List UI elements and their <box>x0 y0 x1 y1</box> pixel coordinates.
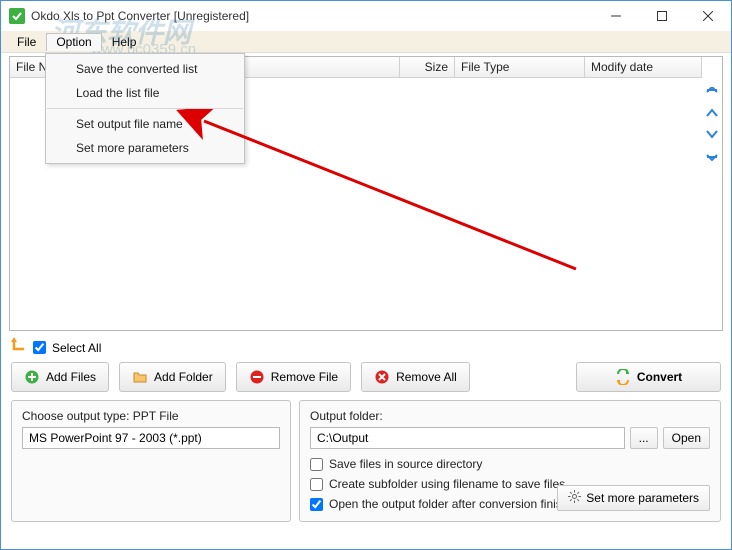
save-in-source-checkbox[interactable] <box>310 458 323 471</box>
toolbar: Add Files Add Folder Remove File Remove … <box>11 362 721 392</box>
column-filetype[interactable]: File Type <box>455 57 585 77</box>
select-all-label: Select All <box>52 341 101 355</box>
remove-file-button[interactable]: Remove File <box>236 362 351 392</box>
output-folder-input[interactable] <box>310 427 625 449</box>
output-type-label: Choose output type: PPT File <box>22 409 280 423</box>
close-button[interactable] <box>685 1 731 31</box>
add-files-label: Add Files <box>46 370 96 384</box>
open-after-checkbox[interactable] <box>310 498 323 511</box>
menubar: File Option Help <box>1 31 731 53</box>
titlebar: Okdo Xls to Ppt Converter [Unregistered] <box>1 1 731 31</box>
reorder-buttons <box>702 57 722 330</box>
output-folder-label: Output folder: <box>310 409 710 423</box>
browse-button[interactable]: ... <box>630 427 658 449</box>
minus-icon <box>249 369 265 385</box>
open-folder-button[interactable]: Open <box>663 427 710 449</box>
menu-file[interactable]: File <box>7 33 46 51</box>
output-type-input[interactable] <box>22 427 280 449</box>
bottom-panels: Choose output type: PPT File Output fold… <box>11 400 721 522</box>
x-icon <box>374 369 390 385</box>
add-folder-label: Add Folder <box>154 370 213 384</box>
move-top-icon[interactable] <box>705 87 719 101</box>
column-modify-date[interactable]: Modify date <box>585 57 702 77</box>
move-bottom-icon[interactable] <box>705 147 719 161</box>
open-after-label: Open the output folder after conversion … <box>329 497 582 511</box>
remove-all-label: Remove All <box>396 370 457 384</box>
select-all-row: Select All <box>11 337 721 358</box>
maximize-button[interactable] <box>639 1 685 31</box>
move-down-icon[interactable] <box>705 127 719 141</box>
minimize-button[interactable] <box>593 1 639 31</box>
set-more-parameters-button[interactable]: Set more parameters <box>557 485 710 511</box>
save-in-source-label: Save files in source directory <box>329 457 482 471</box>
option-dropdown: Save the converted list Load the list fi… <box>45 53 245 164</box>
output-type-panel: Choose output type: PPT File <box>11 400 291 522</box>
window-title: Okdo Xls to Ppt Converter [Unregistered] <box>31 9 593 23</box>
gear-icon <box>568 490 581 506</box>
create-subfolder-checkbox[interactable] <box>310 478 323 491</box>
convert-label: Convert <box>637 370 682 384</box>
remove-all-button[interactable]: Remove All <box>361 362 470 392</box>
folder-icon <box>132 369 148 385</box>
up-arrow-icon[interactable] <box>11 337 27 358</box>
column-size[interactable]: Size <box>400 57 455 77</box>
remove-file-label: Remove File <box>271 370 338 384</box>
add-files-button[interactable]: Add Files <box>11 362 109 392</box>
add-folder-button[interactable]: Add Folder <box>119 362 226 392</box>
convert-icon <box>615 369 631 385</box>
menu-set-output-file-name[interactable]: Set output file name <box>46 112 244 136</box>
menu-save-converted-list[interactable]: Save the converted list <box>46 57 244 81</box>
menu-separator <box>47 108 243 109</box>
plus-icon <box>24 369 40 385</box>
menu-help[interactable]: Help <box>102 33 147 51</box>
menu-load-list-file[interactable]: Load the list file <box>46 81 244 105</box>
convert-button[interactable]: Convert <box>576 362 721 392</box>
menu-option[interactable]: Option <box>46 33 101 51</box>
create-subfolder-label: Create subfolder using filename to save … <box>329 477 565 491</box>
output-folder-panel: Output folder: ... Open Save files in so… <box>299 400 721 522</box>
app-icon <box>9 8 25 24</box>
select-all-checkbox[interactable] <box>33 341 46 354</box>
move-up-icon[interactable] <box>705 107 719 121</box>
set-more-parameters-label: Set more parameters <box>586 491 699 505</box>
menu-set-more-parameters[interactable]: Set more parameters <box>46 136 244 160</box>
